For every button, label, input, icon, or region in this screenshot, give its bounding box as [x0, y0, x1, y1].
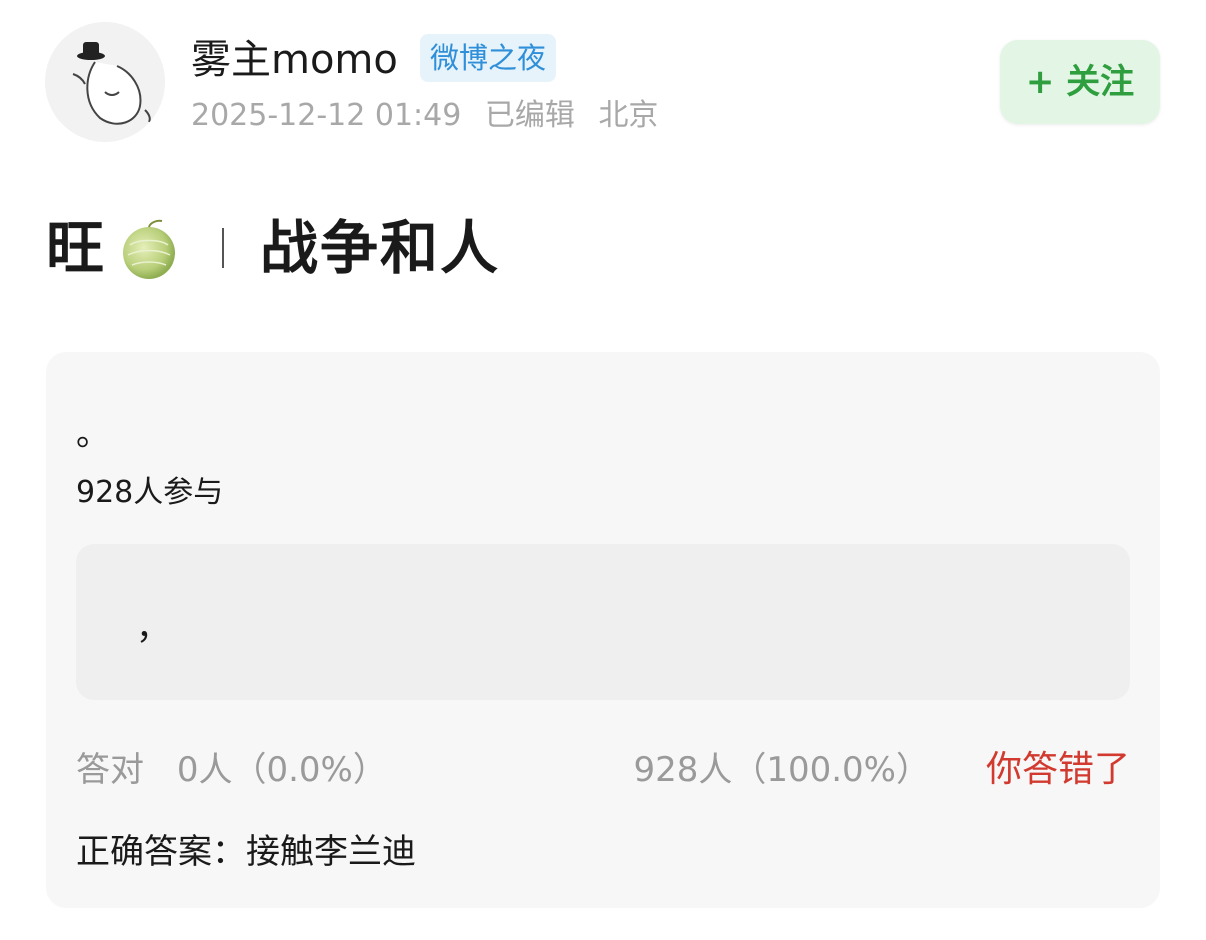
correct-label: 答对 — [76, 750, 144, 790]
author-name[interactable]: 雾主momo — [191, 36, 398, 84]
title-left: 旺 — [46, 214, 105, 282]
post-location: 北京 — [598, 98, 659, 133]
correct-count: 0人（0.0%） — [176, 750, 387, 790]
event-badge[interactable]: 微博之夜 — [420, 34, 557, 82]
title-right: 战争和人 — [260, 214, 501, 282]
result-wrong-label: 你答错了 — [985, 749, 1130, 790]
title-divider — [222, 228, 225, 268]
correct-answer: 正确答案：接触李兰迪 — [76, 830, 416, 874]
melon-icon — [123, 219, 176, 279]
post-title: 旺 战争和人 — [46, 212, 500, 284]
avatar-illustration — [45, 22, 165, 142]
edited-label: 已编辑 — [484, 98, 575, 133]
post-timestamp: 2025-12-12 01:49 — [191, 98, 462, 133]
answer-label: 正确答案： — [76, 832, 246, 872]
follow-button[interactable]: + 关注 — [1000, 40, 1160, 124]
avatar[interactable] — [45, 22, 165, 142]
answer-text: 接触李兰迪 — [246, 832, 416, 872]
quiz-question: 。 — [76, 414, 110, 454]
wrong-stats: 928人（100.0%） — [633, 750, 930, 790]
option-text: ， — [136, 608, 170, 648]
correct-stats: 答对 0人（0.0%） — [76, 748, 387, 792]
quiz-card: 。 928人参与 ， 答对 0人（0.0%） 928人（100.0%） 你答错了… — [46, 352, 1160, 908]
post-meta: 2025-12-12 01:49 已编辑 北京 — [191, 96, 658, 136]
participant-count: 928人参与 — [76, 475, 224, 510]
quiz-option[interactable]: ， — [76, 544, 1130, 700]
